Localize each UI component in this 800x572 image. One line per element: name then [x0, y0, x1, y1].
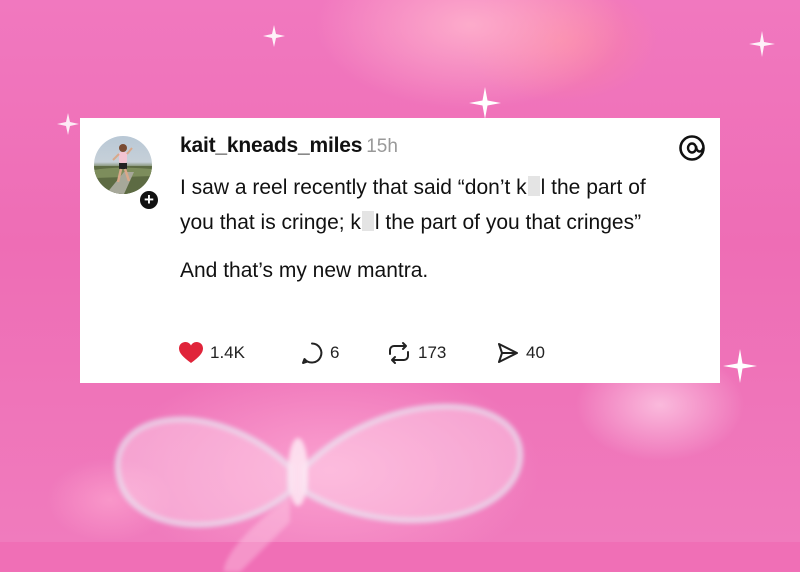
- post-time: 15h: [366, 136, 398, 157]
- post-paragraph: I saw a reel recently that said “don’t k…: [180, 170, 680, 240]
- like-button[interactable]: 1.4K: [178, 340, 245, 366]
- sparkle-icon: [57, 113, 79, 135]
- sparkle-icon: [749, 31, 775, 57]
- post-header: kait_kneads_miles 15h: [180, 134, 398, 158]
- sparkle-icon: [469, 87, 501, 119]
- repost-count: 173: [418, 343, 447, 362]
- runner-photo: [94, 144, 152, 194]
- share-count: 40: [526, 343, 545, 362]
- blurred-butterfly-decoration: [114, 403, 524, 572]
- reply-count: 6: [330, 343, 340, 362]
- reply-button[interactable]: 6: [300, 340, 339, 366]
- sparkle-icon: [723, 349, 757, 383]
- threads-post-card: + kait_kneads_miles 15h I saw a reel rece…: [80, 118, 720, 383]
- post-text-segment: l the part of you that cringes”: [374, 211, 642, 234]
- post-body: I saw a reel recently that said “don’t k…: [180, 170, 680, 288]
- redaction-mark: [361, 211, 374, 231]
- sparkle-icon: [263, 25, 285, 47]
- post-text-segment: I saw a reel recently that said “don’t k: [180, 176, 527, 199]
- avatar[interactable]: [94, 136, 152, 194]
- share-button[interactable]: 40: [496, 340, 545, 366]
- comment-icon: [302, 342, 323, 364]
- repost-icon: [389, 342, 409, 364]
- like-count: 1.4K: [210, 343, 245, 362]
- username[interactable]: kait_kneads_miles: [180, 134, 362, 157]
- post-paragraph: And that’s my new mantra.: [180, 259, 429, 282]
- threads-logo-icon[interactable]: [678, 134, 706, 162]
- send-icon: [498, 343, 518, 363]
- redaction-mark: [527, 176, 540, 196]
- heart-icon: [179, 342, 203, 363]
- follow-plus-icon[interactable]: +: [138, 189, 160, 211]
- repost-button[interactable]: 173: [386, 340, 446, 366]
